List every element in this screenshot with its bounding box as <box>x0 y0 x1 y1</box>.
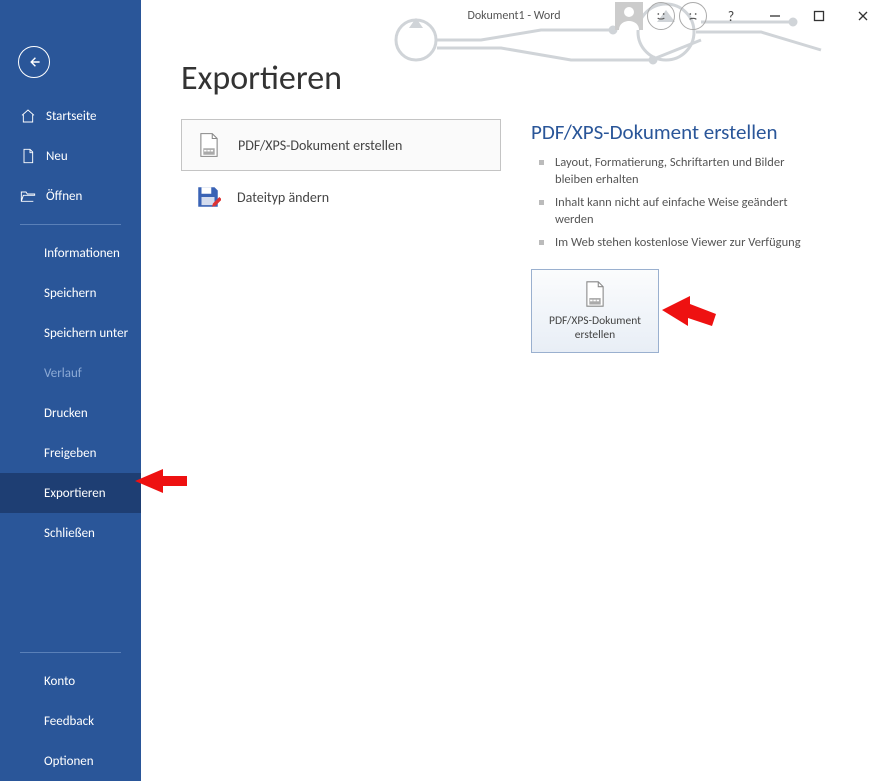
file-icon <box>20 148 36 164</box>
export-option-pdfxps[interactable]: PDF/XPS-Dokument erstellen <box>181 119 501 171</box>
sidebar-item-label: Neu <box>46 149 68 164</box>
folder-open-icon <box>20 188 36 204</box>
sidebar-item-share[interactable]: Freigeben <box>0 433 141 473</box>
detail-bullet: Inhalt kann nicht auf einfache Weise geä… <box>531 195 821 229</box>
sidebar-item-account[interactable]: Konto <box>0 661 141 701</box>
backstage-sidebar: Startseite Neu Öffnen Informationen Spei… <box>0 0 141 781</box>
feedback-frown-button[interactable] <box>679 2 707 30</box>
user-signin-button[interactable] <box>615 2 643 30</box>
sidebar-item-label: Öffnen <box>46 189 82 204</box>
sidebar-item-close[interactable]: Schließen <box>0 513 141 553</box>
sidebar-item-label: Verlauf <box>44 366 82 381</box>
sidebar-item-label: Startseite <box>46 109 97 124</box>
sidebar-item-saveas[interactable]: Speichern unter <box>0 313 141 353</box>
sidebar-item-home[interactable]: Startseite <box>0 96 141 136</box>
detail-bullets: Layout, Formatierung, Schriftarten und B… <box>531 155 867 251</box>
maximize-button[interactable] <box>799 1 839 31</box>
action-button-label: PDF/XPS-Dokument erstellen <box>538 314 652 342</box>
sidebar-item-label: Drucken <box>44 406 88 421</box>
sidebar-item-label: Optionen <box>44 754 94 769</box>
create-pdfxps-button[interactable]: PDF/XPS-Dokument erstellen <box>531 269 659 353</box>
export-option-label: Dateityp ändern <box>237 189 329 206</box>
back-button[interactable] <box>18 46 50 78</box>
sidebar-item-label: Feedback <box>44 714 94 729</box>
sidebar-item-label: Exportieren <box>44 486 106 501</box>
sidebar-item-label: Schließen <box>44 526 95 541</box>
pdf-document-icon <box>196 132 222 158</box>
sidebar-item-new[interactable]: Neu <box>0 136 141 176</box>
floppy-edit-icon <box>195 184 221 210</box>
export-option-label: PDF/XPS-Dokument erstellen <box>238 137 402 154</box>
sidebar-item-export[interactable]: Exportieren <box>0 473 141 513</box>
sidebar-item-label: Speichern unter <box>44 326 128 341</box>
sidebar-item-label: Freigeben <box>44 446 96 461</box>
sidebar-item-open[interactable]: Öffnen <box>0 176 141 216</box>
minimize-button[interactable] <box>755 1 795 31</box>
sidebar-item-save[interactable]: Speichern <box>0 273 141 313</box>
pdf-document-icon <box>582 280 608 308</box>
detail-heading: PDF/XPS-Dokument erstellen <box>531 119 867 145</box>
sidebar-item-print[interactable]: Drucken <box>0 393 141 433</box>
sidebar-item-info[interactable]: Informationen <box>0 233 141 273</box>
detail-bullet: Im Web stehen kostenlose Viewer zur Verf… <box>531 235 821 252</box>
export-option-changefmt[interactable]: Dateityp ändern <box>181 171 501 223</box>
sidebar-item-label: Speichern <box>44 286 96 301</box>
home-icon <box>20 108 36 124</box>
sidebar-item-history: Verlauf <box>0 353 141 393</box>
feedback-smile-button[interactable] <box>647 2 675 30</box>
page-heading: Exportieren <box>181 58 887 99</box>
sidebar-item-label: Konto <box>44 674 75 689</box>
detail-bullet: Layout, Formatierung, Schriftarten und B… <box>531 155 821 189</box>
sidebar-item-feedback[interactable]: Feedback <box>0 701 141 741</box>
sidebar-item-label: Informationen <box>44 246 120 261</box>
help-button[interactable]: ? <box>711 1 751 31</box>
close-button[interactable] <box>843 1 883 31</box>
sidebar-item-options[interactable]: Optionen <box>0 741 141 781</box>
